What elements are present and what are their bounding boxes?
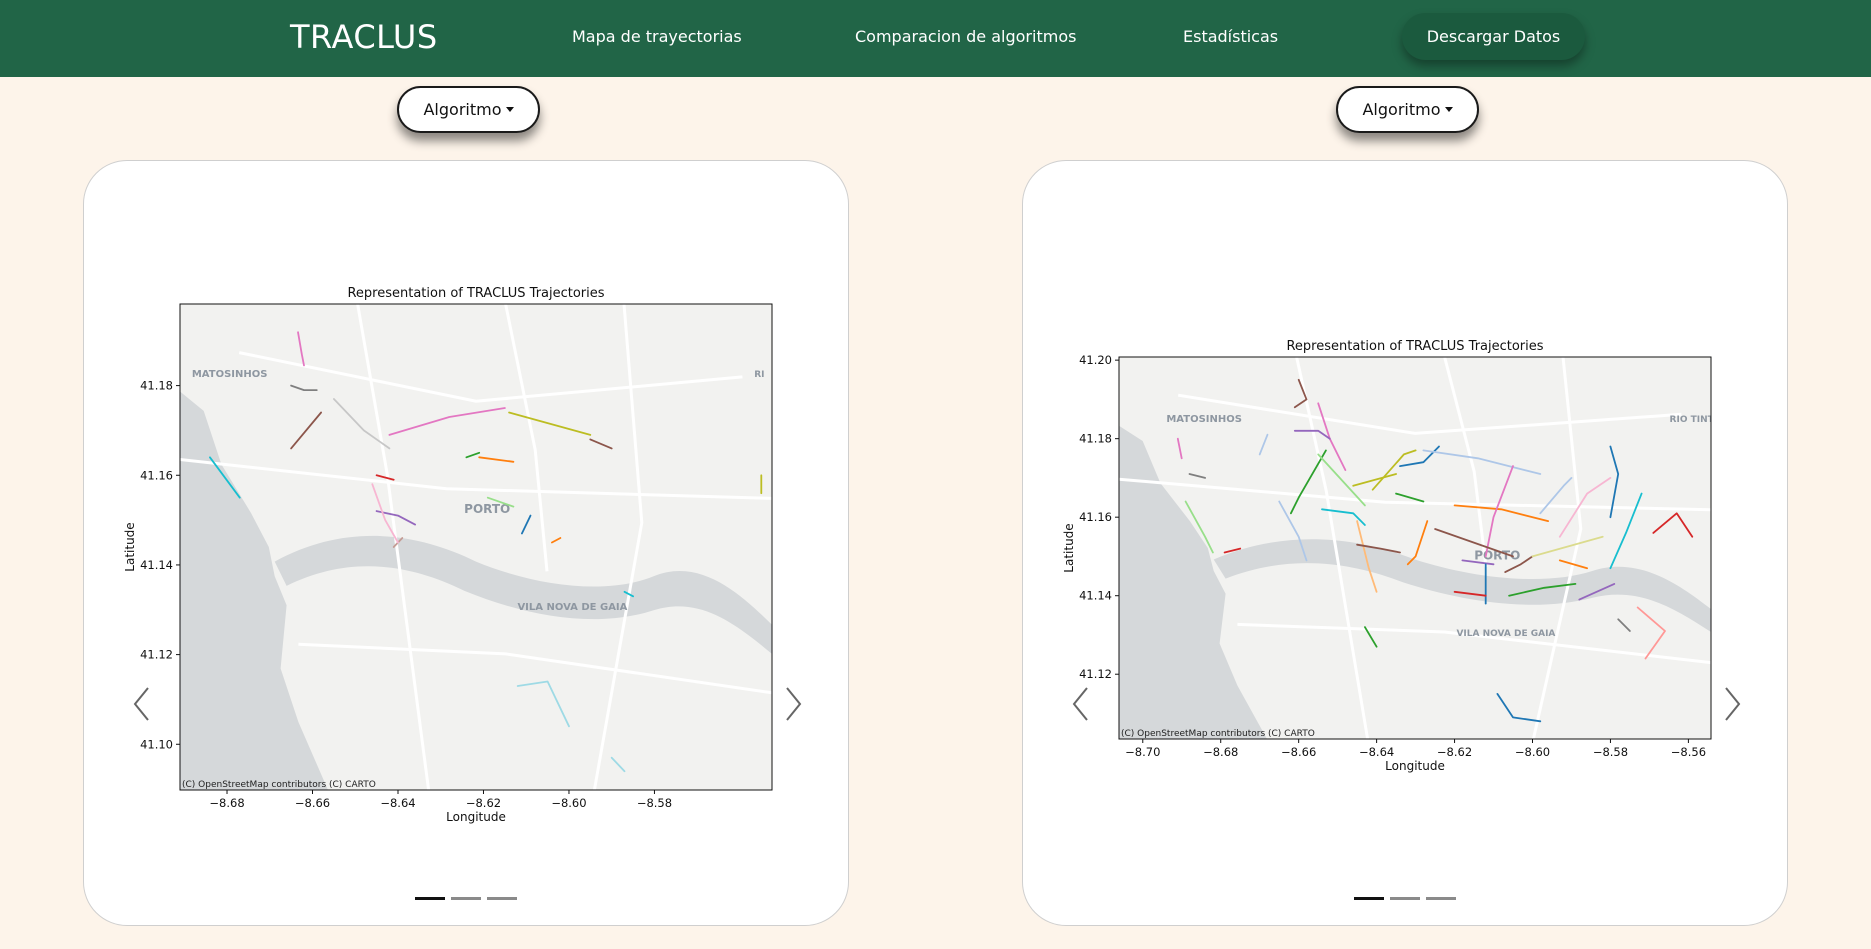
map-place-label: VILA NOVA DE GAIA	[1456, 629, 1555, 639]
y-tick-label: 41.18	[140, 379, 173, 393]
y-tick-label: 41.12	[140, 648, 173, 662]
nav-link-estadisticas[interactable]: Estadísticas	[1183, 27, 1278, 46]
caret-down-icon	[505, 107, 514, 112]
x-tick-label: −8.58	[1593, 745, 1628, 759]
y-tick-label: 41.20	[1079, 353, 1112, 367]
x-tick-label: −8.70	[1125, 745, 1160, 759]
y-tick-label: 41.12	[1079, 667, 1112, 681]
chart-title: Representation of TRACLUS Trajectories	[1286, 339, 1543, 354]
map-layer: MATOSINHOSPORTOVILA NOVA DE GAIARIO TINT	[1119, 357, 1715, 739]
carousel-indicator[interactable]	[1390, 897, 1420, 900]
x-tick-label: −8.64	[1359, 745, 1394, 759]
x-tick-label: −8.64	[380, 796, 415, 810]
carousel-indicators	[1023, 897, 1787, 900]
carousel-indicator[interactable]	[1354, 897, 1384, 900]
y-axis-label: Latitude	[1062, 523, 1076, 572]
chart-title: Representation of TRACLUS Trajectories	[347, 286, 604, 301]
algorithm-dropdown-left[interactable]: Algoritmo	[397, 86, 540, 133]
y-axis-label: Latitude	[123, 522, 137, 571]
carousel-next-icon[interactable]	[782, 686, 804, 722]
x-tick-label: −8.62	[466, 796, 501, 810]
x-tick-label: −8.60	[551, 796, 586, 810]
trajectory-plot-left: MATOSINHOS PORTO VILA NOVA DE GAIA RI (C) Op…	[123, 286, 773, 824]
map-layer: MATOSINHOS PORTO VILA NOVA DE GAIA RI	[180, 304, 772, 790]
carousel-card-right: MATOSINHOS PORTO VILA NOVA DE GAIA RIO TINT…	[1022, 160, 1788, 926]
y-tick-label: 41.14	[140, 558, 173, 572]
caret-down-icon	[1444, 107, 1453, 112]
x-tick-label: −8.68	[209, 796, 244, 810]
navbar: TRACLUS Mapa de trayectorias Comparacion…	[0, 0, 1871, 77]
map-place-label: MATOSINHOS	[1166, 414, 1242, 425]
map-place-label: RI	[754, 370, 764, 380]
y-tick-label: 41.14	[1079, 589, 1112, 603]
y-tick-label: 41.18	[1079, 432, 1112, 446]
x-tick-label: −8.56	[1671, 745, 1706, 759]
map-place-label: MATOSINHOS	[192, 369, 268, 380]
x-tick-label: −8.66	[1281, 745, 1316, 759]
x-tick-label: −8.60	[1515, 745, 1550, 759]
map-place-label: VILA NOVA DE GAIA	[517, 602, 627, 613]
y-tick-label: 41.16	[1079, 510, 1112, 524]
map-attribution: (C) OpenStreetMap contributors (C) CARTO	[1121, 729, 1315, 739]
carousel-next-icon[interactable]	[1721, 686, 1743, 722]
map-place-label: PORTO	[464, 502, 510, 516]
x-tick-label: −8.68	[1203, 745, 1238, 759]
carousel-indicator[interactable]	[415, 897, 445, 900]
nav-link-mapa[interactable]: Mapa de trayectorias	[572, 27, 742, 46]
carousel-indicators	[84, 897, 848, 900]
y-tick-label: 41.16	[140, 468, 173, 482]
x-tick-label: −8.66	[295, 796, 330, 810]
nav-link-comparacion[interactable]: Comparacion de algoritmos	[855, 27, 1076, 46]
trajectory-plot-right: MATOSINHOSPORTOVILA NOVA DE GAIARIO TINT…	[1062, 339, 1715, 773]
algorithm-dropdown-label: Algoritmo	[423, 100, 502, 119]
x-tick-label: −8.62	[1437, 745, 1472, 759]
brand-title[interactable]: TRACLUS	[290, 18, 438, 56]
algorithm-dropdown-label: Algoritmo	[1362, 100, 1441, 119]
carousel-card-left: MATOSINHOS PORTO VILA NOVA DE GAIA RI (C) Op…	[83, 160, 849, 926]
carousel-indicator[interactable]	[451, 897, 481, 900]
x-axis-label: Longitude	[446, 810, 506, 824]
carousel-indicator[interactable]	[1426, 897, 1456, 900]
map-place-label: RIO TINT	[1670, 415, 1715, 425]
x-tick-label: −8.58	[637, 796, 672, 810]
algorithm-dropdown-right[interactable]: Algoritmo	[1336, 86, 1479, 133]
y-tick-label: 41.10	[140, 737, 173, 751]
x-axis-label: Longitude	[1385, 759, 1445, 773]
carousel-prev-icon[interactable]	[1070, 686, 1092, 722]
map-attribution: (C) OpenStreetMap contributors (C) CARTO	[182, 780, 376, 790]
download-data-button[interactable]: Descargar Datos	[1402, 13, 1585, 60]
carousel-prev-icon[interactable]	[131, 686, 153, 722]
carousel-indicator[interactable]	[487, 897, 517, 900]
download-data-label: Descargar Datos	[1426, 27, 1561, 46]
